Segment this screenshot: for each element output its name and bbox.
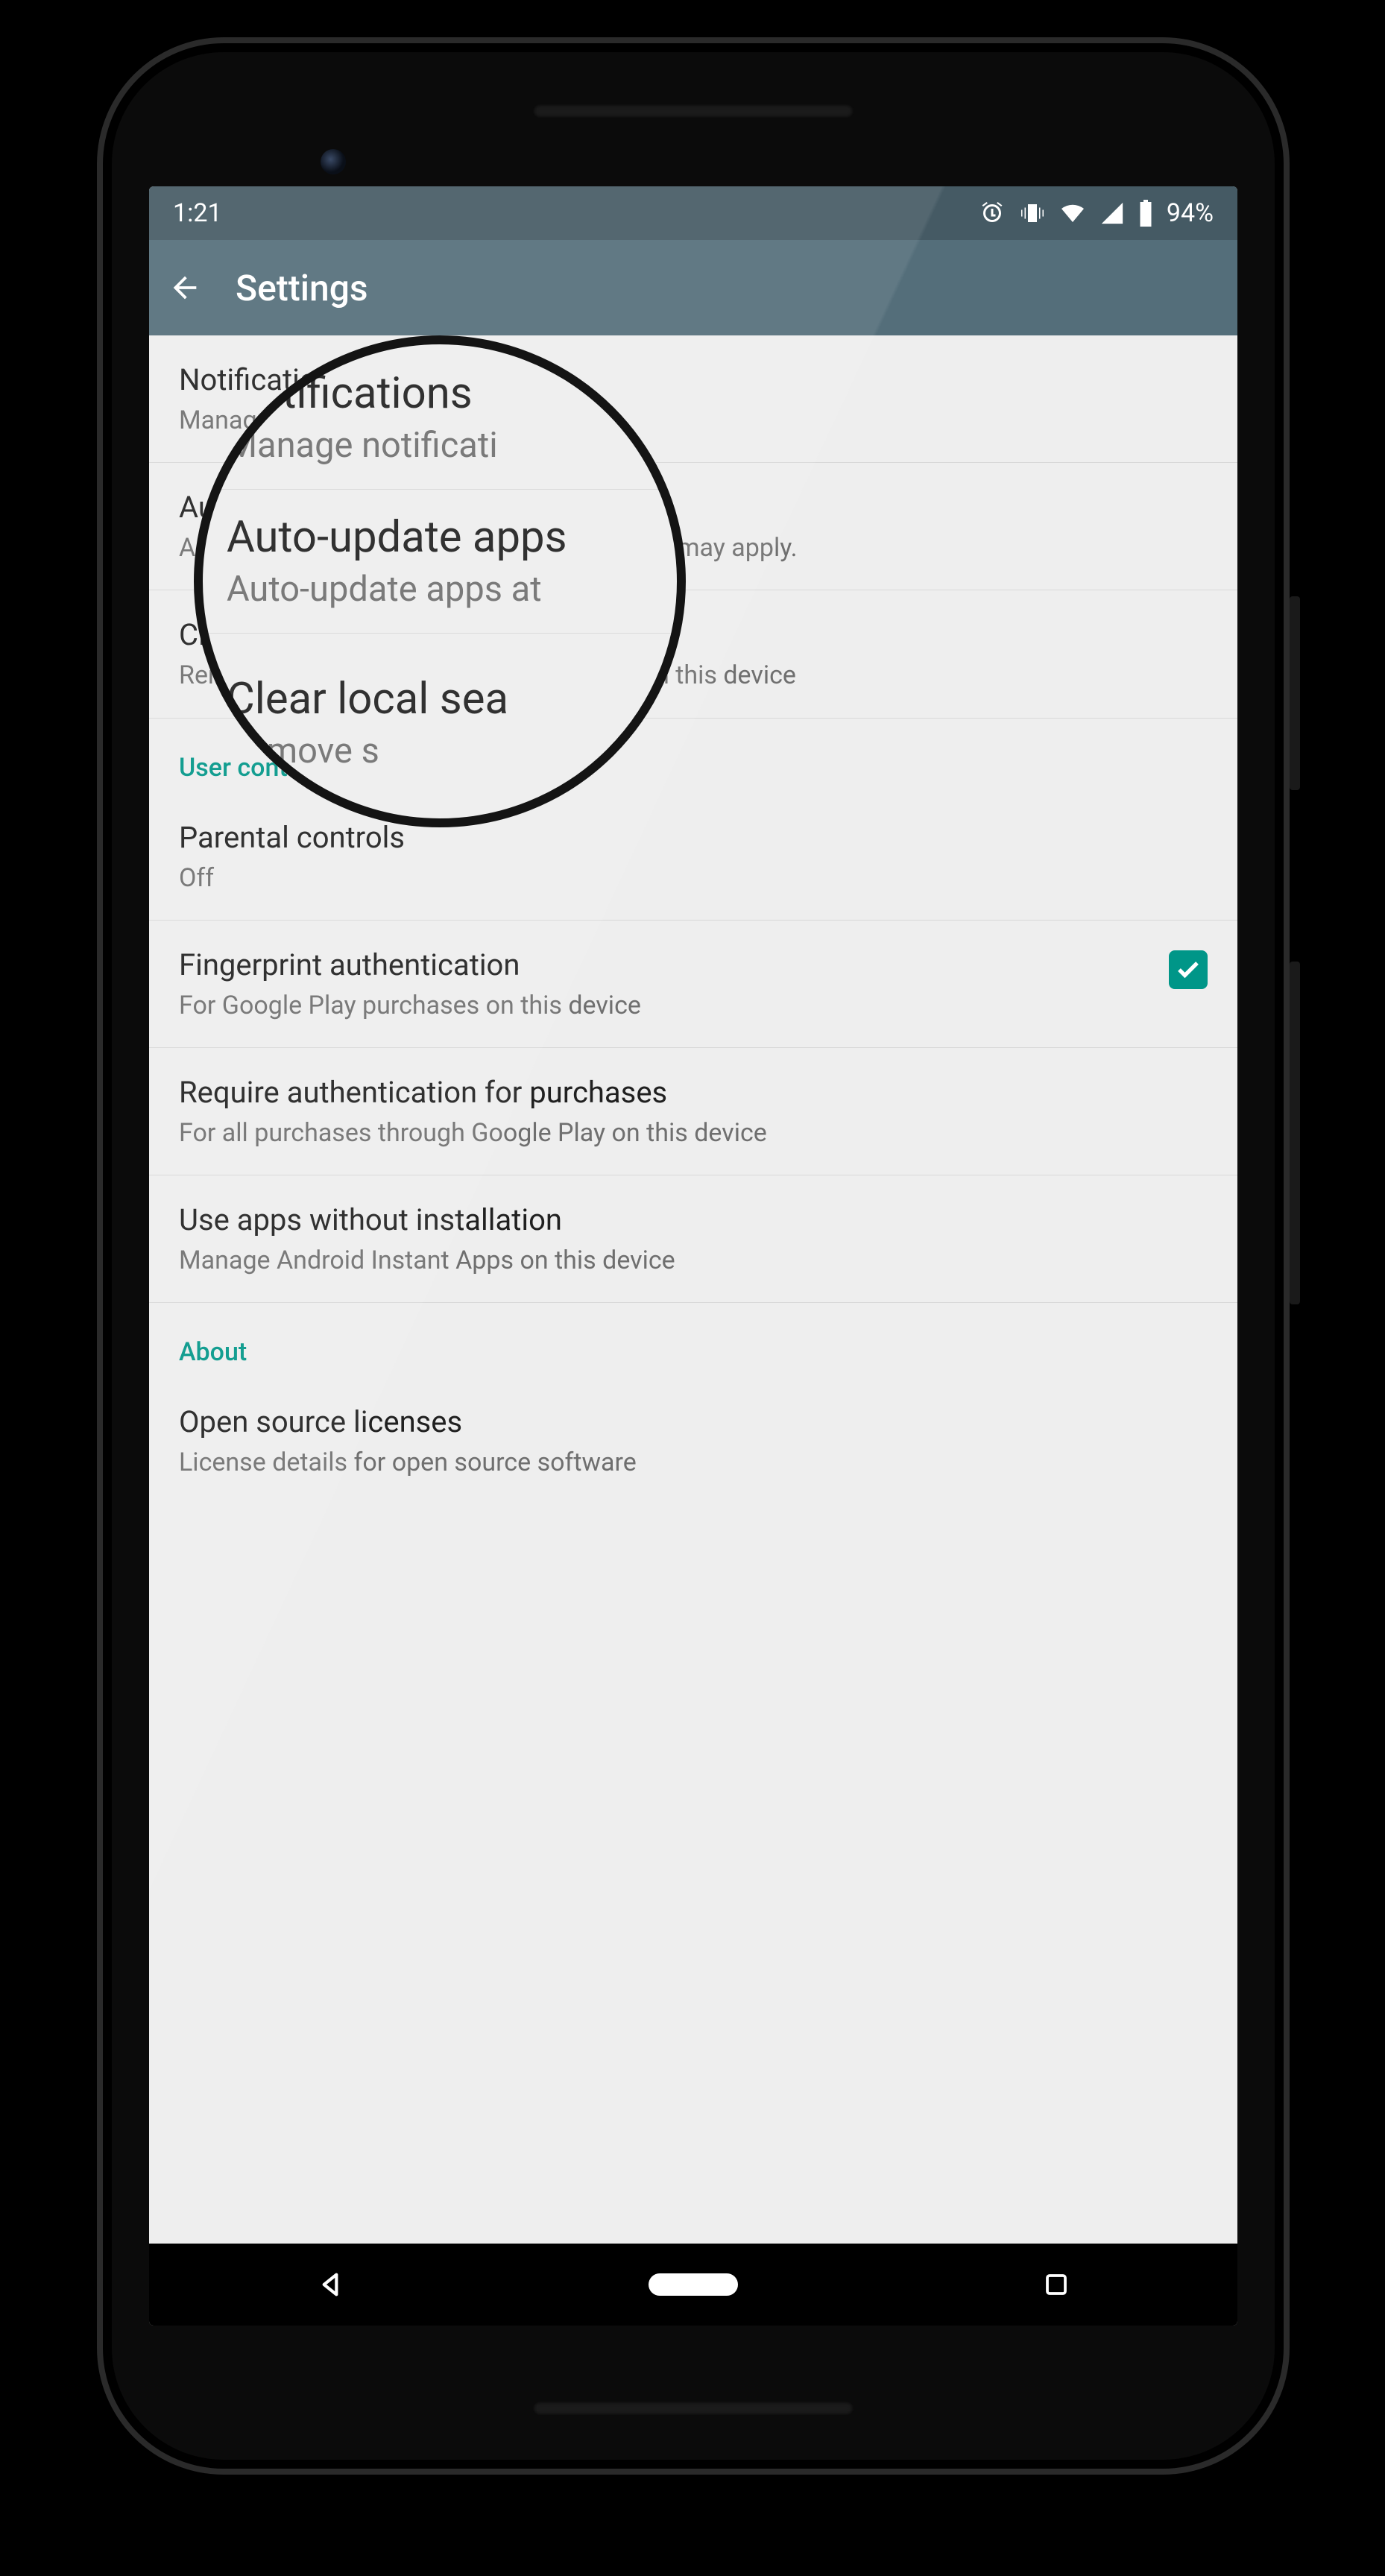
page-title: Settings [236, 267, 368, 309]
item-title: Clear local search history [179, 616, 1208, 654]
check-icon [1175, 956, 1202, 983]
wifi-icon [1059, 200, 1086, 227]
item-notifications[interactable]: Notifications Manage notification settin… [149, 335, 1237, 463]
phone-frame: 1:21 94% Settings Notifications Man [97, 37, 1290, 2475]
battery-percent: 94% [1167, 198, 1214, 228]
arrow-back-icon [168, 271, 202, 305]
status-time: 1:21 [173, 198, 222, 228]
item-auto-update[interactable]: Auto-update apps Auto-update apps at any… [149, 463, 1237, 590]
item-subtitle: Remove searches you have performed from … [179, 659, 1208, 692]
front-camera [321, 149, 346, 174]
screen: 1:21 94% Settings Notifications Man [149, 186, 1237, 2326]
item-subtitle: For all purchases through Google Play on… [179, 1117, 1208, 1149]
item-subtitle: Manage notification settings [179, 404, 1208, 437]
item-title: Parental controls [179, 818, 1208, 857]
item-subtitle: Off [179, 862, 1208, 894]
item-subtitle: Manage Android Instant Apps on this devi… [179, 1244, 1208, 1277]
section-about: About [149, 1303, 1237, 1377]
item-parental-controls[interactable]: Parental controls Off [149, 793, 1237, 921]
item-title: Require authentication for purchases [179, 1073, 1208, 1112]
signal-icon [1100, 201, 1125, 226]
vibrate-icon [1019, 200, 1046, 227]
battery-icon [1138, 200, 1153, 227]
item-title: Open source licenses [179, 1403, 1208, 1442]
item-subtitle: Auto-update apps at any time. Data charg… [179, 531, 1208, 564]
square-recents-icon [1043, 2271, 1070, 2298]
item-require-auth[interactable]: Require authentication for purchases For… [149, 1048, 1237, 1175]
item-title: Use apps without installation [179, 1201, 1208, 1240]
nav-back-button[interactable] [256, 2270, 405, 2299]
side-button [1290, 596, 1300, 790]
item-title: Notifications [179, 361, 1208, 400]
item-subtitle: License details for open source software [179, 1446, 1208, 1479]
side-button [1290, 962, 1300, 1304]
status-bar: 1:21 94% [149, 186, 1237, 240]
speaker-top [533, 104, 854, 118]
fingerprint-checkbox[interactable] [1169, 950, 1208, 989]
back-button[interactable] [167, 270, 203, 306]
item-fingerprint-auth[interactable]: Fingerprint authentication For Google Pl… [149, 921, 1237, 1048]
app-bar: Settings [149, 240, 1237, 335]
nav-home-button[interactable] [619, 2273, 768, 2296]
triangle-back-icon [315, 2270, 345, 2299]
speaker-bottom [533, 2402, 854, 2415]
item-title: Auto-update apps [179, 488, 1208, 527]
navigation-bar [149, 2244, 1237, 2326]
nav-recents-button[interactable] [982, 2271, 1131, 2298]
status-icons: 94% [979, 198, 1214, 228]
settings-list[interactable]: Notifications Manage notification settin… [149, 335, 1237, 2244]
item-open-source-licenses[interactable]: Open source licenses License details for… [149, 1377, 1237, 1504]
item-instant-apps[interactable]: Use apps without installation Manage And… [149, 1175, 1237, 1303]
item-clear-search-history[interactable]: Clear local search history Remove search… [149, 590, 1237, 718]
home-pill-icon [649, 2273, 738, 2296]
alarm-icon [979, 200, 1006, 227]
item-title: Fingerprint authentication [179, 946, 1154, 985]
section-user-controls: User controls [149, 719, 1237, 793]
item-subtitle: For Google Play purchases on this device [179, 989, 1154, 1022]
